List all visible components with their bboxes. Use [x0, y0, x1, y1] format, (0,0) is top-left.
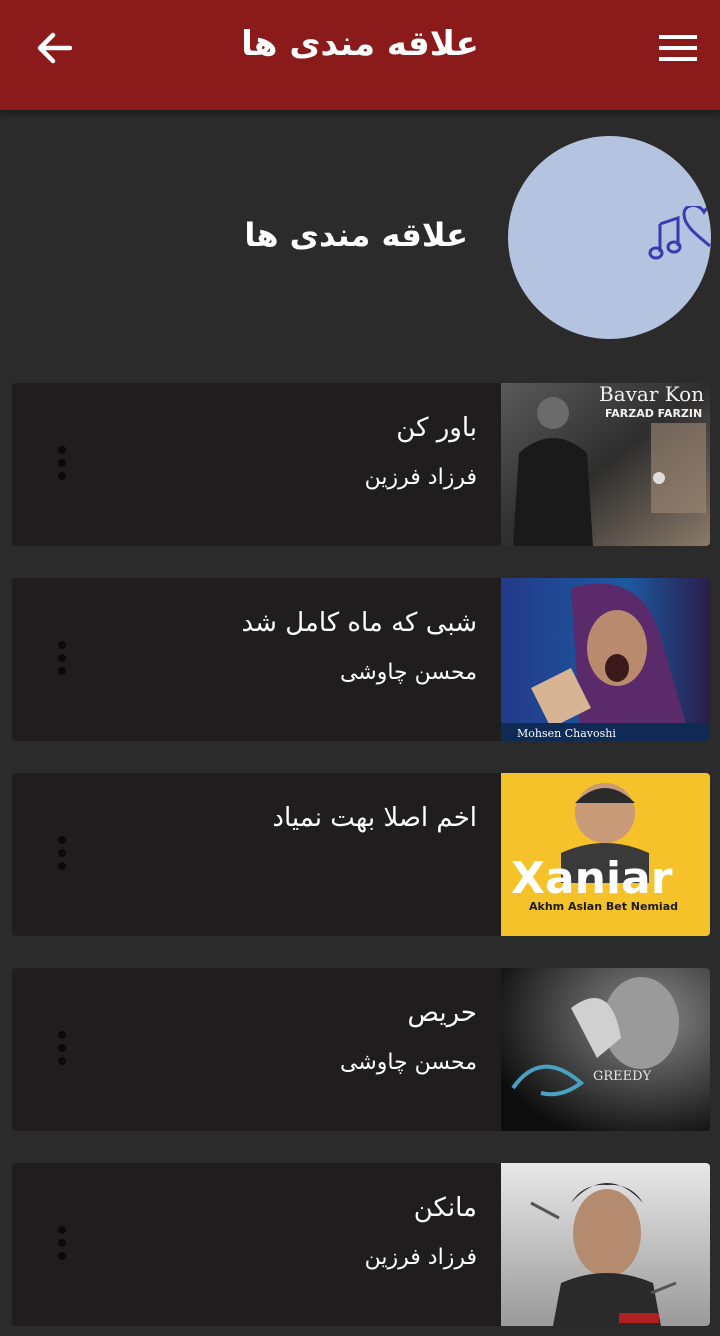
more-vertical-icon: [58, 641, 66, 649]
more-options-button[interactable]: [44, 439, 80, 487]
song-title: مانکن: [413, 1193, 477, 1223]
playlist-header: علاقه مندی ها: [0, 110, 720, 372]
more-vertical-icon: [58, 1031, 66, 1039]
more-options-button[interactable]: [44, 1219, 80, 1267]
song-card[interactable]: Bavar Kon FARZAD FARZIN باور کن فرزاد فر…: [12, 383, 710, 546]
song-card[interactable]: GREEDY حریص محسن چاوشی: [12, 968, 710, 1131]
song-card[interactable]: Mohsen Chavoshi شبی که ماه کامل شد محسن …: [12, 578, 710, 741]
cover-title: GREEDY: [593, 1069, 652, 1084]
album-cover: Mohsen Chavoshi: [501, 578, 710, 741]
song-artist: فرزاد فرزین: [364, 465, 477, 490]
more-vertical-icon: [58, 836, 66, 844]
song-title: حریص: [407, 998, 477, 1028]
song-title: شبی که ماه کامل شد: [241, 608, 478, 638]
music-heart-icon: [648, 206, 711, 260]
page-title: علاقه مندی ها: [241, 24, 479, 64]
more-options-button[interactable]: [44, 634, 80, 682]
song-title: اخم اصلا بهت نمیاد: [272, 803, 477, 833]
app-bar: علاقه مندی ها: [0, 0, 720, 110]
cover-title: Mohsen Chavoshi: [517, 727, 616, 740]
song-title: باور کن: [396, 413, 477, 443]
playlist-avatar: [508, 136, 711, 339]
song-card[interactable]: مانکن فرزاد فرزین: [12, 1163, 710, 1326]
album-cover: Xaniar Akhm Aslan Bet Nemiad: [501, 773, 710, 936]
cover-subtitle: Akhm Aslan Bet Nemiad: [529, 900, 678, 913]
album-cover: Bavar Kon FARZAD FARZIN: [501, 383, 710, 546]
more-vertical-icon: [58, 1226, 66, 1234]
menu-button[interactable]: [654, 22, 702, 74]
cover-title: Xaniar: [511, 853, 673, 904]
cover-title: Bavar Kon: [599, 383, 704, 406]
album-cover: GREEDY: [501, 968, 710, 1131]
song-artist: محسن چاوشی: [339, 660, 477, 685]
more-vertical-icon: [58, 446, 66, 454]
playlist-title: علاقه مندی ها: [244, 216, 468, 254]
song-artist: فرزاد فرزین: [364, 1245, 477, 1270]
more-options-button[interactable]: [44, 1024, 80, 1072]
hamburger-menu-icon: [659, 35, 697, 61]
cover-subtitle: FARZAD FARZIN: [605, 407, 702, 420]
song-list: Bavar Kon FARZAD FARZIN باور کن فرزاد فر…: [12, 383, 710, 1326]
song-card[interactable]: Xaniar Akhm Aslan Bet Nemiad اخم اصلا به…: [12, 773, 710, 936]
album-cover: [501, 1163, 710, 1326]
back-button[interactable]: [26, 22, 82, 74]
more-options-button[interactable]: [44, 829, 80, 877]
arrow-back-icon: [37, 32, 72, 64]
song-artist: محسن چاوشی: [339, 1050, 477, 1075]
